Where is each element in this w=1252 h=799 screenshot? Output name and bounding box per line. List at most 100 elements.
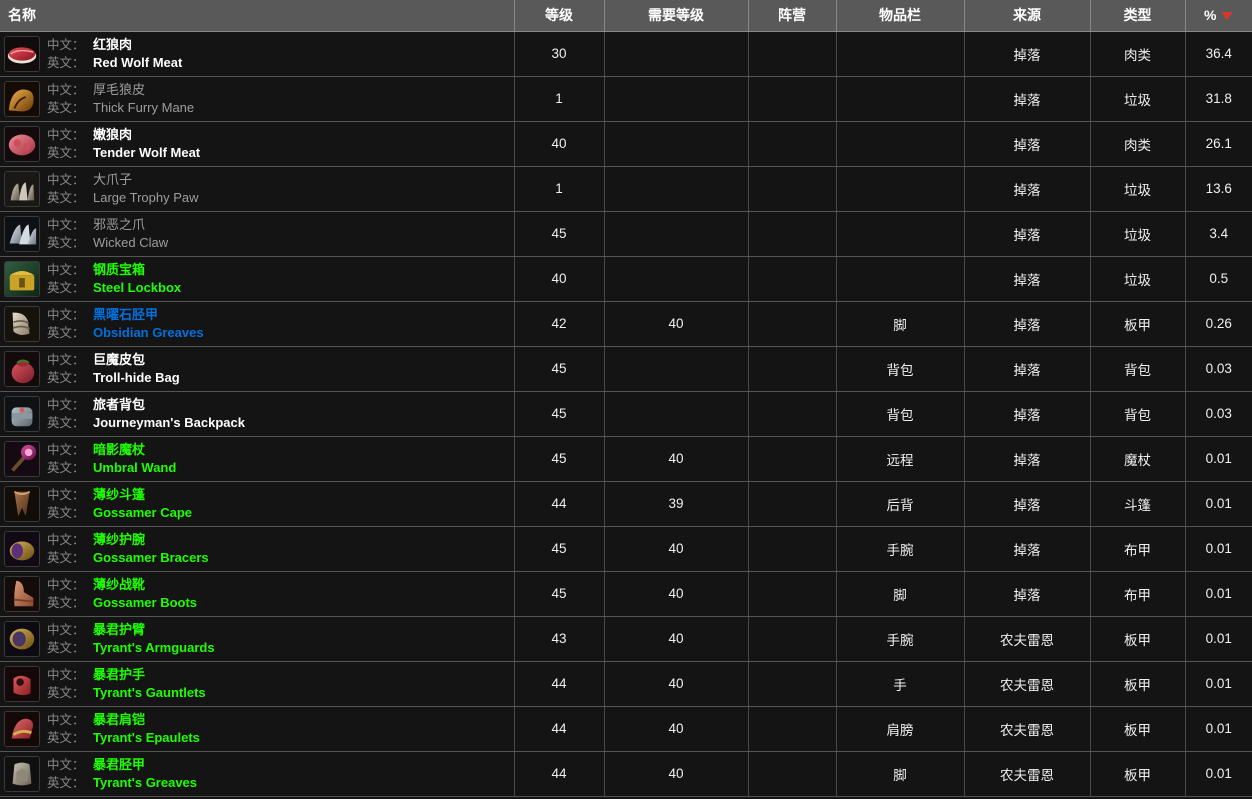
table-row[interactable]: 中文： 暴君胫甲 英文： Tyrant's Greaves 44 40 脚农夫雷恩 板甲 0.0… xyxy=(0,751,1252,797)
item-name-cn[interactable]: 嫩狼肉 xyxy=(93,126,132,143)
english-label: 英文： xyxy=(47,460,85,475)
item-name-en[interactable]: Tyrant's Armguards xyxy=(93,639,215,656)
item-name-cell[interactable]: 中文： 薄纱护腕 英文： Gossamer Bracers xyxy=(0,526,515,572)
column-header-pct[interactable]: % xyxy=(1185,0,1252,32)
column-header-name[interactable]: 名称 xyxy=(0,0,515,32)
table-row[interactable]: 中文： 暴君护臂 英文： Tyrant's Armguards 43 40 手腕 农夫雷恩 板甲… xyxy=(0,616,1252,662)
item-name-cn[interactable]: 薄纱斗篷 xyxy=(93,486,145,503)
item-name-en[interactable]: Troll-hide Bag xyxy=(93,369,180,386)
item-name-cn[interactable]: 暗影魔杖 xyxy=(93,441,145,458)
item-name-en[interactable]: Gossamer Bracers xyxy=(93,549,209,566)
table-row[interactable]: 中文： 黑曜石胫甲 英文： Obsidian Greaves 42 40 脚掉落 板甲 0.26 xyxy=(0,301,1252,347)
item-name-cell[interactable]: 中文： 大爪子 英文： Large Trophy Paw xyxy=(0,166,515,212)
red-wolf-meat-icon[interactable] xyxy=(4,35,40,72)
item-name-en[interactable]: Wicked Claw xyxy=(93,234,168,251)
journeymans-backpack-icon[interactable] xyxy=(4,395,40,432)
triangle-down-icon[interactable] xyxy=(1221,11,1234,20)
item-name-en[interactable]: Tender Wolf Meat xyxy=(93,144,200,161)
item-name-cn[interactable]: 邪恶之爪 xyxy=(93,216,145,233)
item-name-en[interactable]: Large Trophy Paw xyxy=(93,189,199,206)
item-name-cell[interactable]: 中文： 红狼肉 英文： Red Wolf Meat xyxy=(0,31,515,77)
item-name-cell[interactable]: 中文： 暴君肩铠 英文： Tyrant's Epaulets xyxy=(0,706,515,752)
item-name-cell[interactable]: 中文： 暴君胫甲 英文： Tyrant's Greaves xyxy=(0,751,515,797)
table-row[interactable]: 中文： 暴君肩铠 英文： Tyrant's Epaulets 44 40 肩膀 农夫雷恩 板甲 0… xyxy=(0,706,1252,752)
item-name-en[interactable]: Red Wolf Meat xyxy=(93,54,182,71)
item-name-cell[interactable]: 中文： 钢质宝箱 英文： Steel Lockbox xyxy=(0,256,515,302)
item-name-cell[interactable]: 中文： 嫩狼肉 英文： Tender Wolf Meat xyxy=(0,121,515,167)
item-name-cell[interactable]: 中文： 厚毛狼皮 英文： Thick Furry Mane xyxy=(0,76,515,122)
table-row[interactable]: 中文： 暴君护手 英文： Tyrant's Gauntlets 44 40 手农夫雷恩 板甲 0… xyxy=(0,661,1252,707)
item-level-cell: 44 xyxy=(514,706,605,752)
item-name-cell[interactable]: 中文： 巨魔皮包 英文： Troll-hide Bag xyxy=(0,346,515,392)
item-name-cn[interactable]: 暴君肩铠 xyxy=(93,711,145,728)
item-name-cn[interactable]: 厚毛狼皮 xyxy=(93,81,145,98)
item-name-cell[interactable]: 中文： 暴君护臂 英文： Tyrant's Armguards xyxy=(0,616,515,662)
tyrants-greaves-icon[interactable] xyxy=(4,755,40,792)
item-name-en[interactable]: Umbral Wand xyxy=(93,459,176,476)
item-name-cell[interactable]: 中文： 薄纱斗篷 英文： Gossamer Cape xyxy=(0,481,515,527)
item-name-en[interactable]: Steel Lockbox xyxy=(93,279,181,296)
table-row[interactable]: 中文： 薄纱斗篷 英文： Gossamer Cape 44 39 后背 掉落 斗篷 0.01 xyxy=(0,481,1252,527)
table-row[interactable]: 中文： 邪恶之爪 英文： Wicked Claw 45 掉落 垃圾 3.4 xyxy=(0,211,1252,257)
item-name-en[interactable]: Tyrant's Epaulets xyxy=(93,729,200,746)
item-name-cn[interactable]: 巨魔皮包 xyxy=(93,351,145,368)
item-name-cn[interactable]: 黑曜石胫甲 xyxy=(93,306,158,323)
tyrants-armguards-icon[interactable] xyxy=(4,620,40,657)
item-name-cn[interactable]: 暴君护手 xyxy=(93,666,145,683)
item-name-cell[interactable]: 中文： 黑曜石胫甲 英文： Obsidian Greaves xyxy=(0,301,515,347)
table-row[interactable]: 中文： 薄纱护腕 英文： Gossamer Bracers 45 40 手腕 掉落 布甲 0.01 xyxy=(0,526,1252,572)
item-name-cell[interactable]: 中文： 暗影魔杖 英文： Umbral Wand xyxy=(0,436,515,482)
gossamer-boots-icon[interactable] xyxy=(4,575,40,612)
table-row[interactable]: 中文： 暗影魔杖 英文： Umbral Wand 45 40 远程 掉落 魔杖 0.01 xyxy=(0,436,1252,482)
item-name-cn[interactable]: 暴君护臂 xyxy=(93,621,145,638)
table-row[interactable]: 中文： 大爪子 英文： Large Trophy Paw 1 掉落 垃圾 13.6 xyxy=(0,166,1252,212)
table-row[interactable]: 中文： 厚毛狼皮 英文： Thick Furry Mane 1 掉落 垃圾 31.8 xyxy=(0,76,1252,122)
tender-wolf-meat-icon[interactable] xyxy=(4,125,40,162)
umbral-wand-icon[interactable] xyxy=(4,440,40,477)
item-name-cell[interactable]: 中文： 邪恶之爪 英文： Wicked Claw xyxy=(0,211,515,257)
column-header-slot[interactable]: 物品栏 xyxy=(836,0,965,32)
table-row[interactable]: 中文： 嫩狼肉 英文： Tender Wolf Meat 40 掉落 肉类 26.1 xyxy=(0,121,1252,167)
table-row[interactable]: 中文： 薄纱战靴 英文： Gossamer Boots 45 40 脚掉落 布甲 0.01 xyxy=(0,571,1252,617)
item-name-cell[interactable]: 中文： 旅者背包 英文： Journeyman's Backpack xyxy=(0,391,515,437)
tyrants-epaulets-icon[interactable] xyxy=(4,710,40,747)
thick-furry-mane-icon[interactable] xyxy=(4,80,40,117)
table-row[interactable]: 中文： 红狼肉 英文： Red Wolf Meat 30 掉落 肉类 36.4 xyxy=(0,31,1252,77)
column-header-req_level[interactable]: 需要等级 xyxy=(604,0,749,32)
tyrants-gauntlets-icon[interactable] xyxy=(4,665,40,702)
table-row[interactable]: 中文： 钢质宝箱 英文： Steel Lockbox 40 掉落 垃圾 0.5 xyxy=(0,256,1252,302)
gossamer-cape-icon[interactable] xyxy=(4,485,40,522)
steel-lockbox-icon[interactable] xyxy=(4,260,40,297)
item-slot-cell: 背包 xyxy=(836,346,965,392)
item-name-en[interactable]: Tyrant's Greaves xyxy=(93,774,197,791)
gossamer-bracers-icon[interactable] xyxy=(4,530,40,567)
item-name-cn[interactable]: 薄纱护腕 xyxy=(93,531,145,548)
source-cell: 农夫雷恩 xyxy=(964,661,1091,707)
item-name-cn[interactable]: 薄纱战靴 xyxy=(93,576,145,593)
large-trophy-paw-icon[interactable] xyxy=(4,170,40,207)
item-name-en[interactable]: Obsidian Greaves xyxy=(93,324,204,341)
obsidian-greaves-icon[interactable] xyxy=(4,305,40,342)
item-name-cn[interactable]: 暴君胫甲 xyxy=(93,756,145,773)
table-row[interactable]: 中文： 旅者背包 英文： Journeyman's Backpack 45 背包 掉落 背包 0… xyxy=(0,391,1252,437)
wicked-claw-icon[interactable] xyxy=(4,215,40,252)
item-name-cn[interactable]: 红狼肉 xyxy=(93,36,132,53)
item-name-en[interactable]: Tyrant's Gauntlets xyxy=(93,684,206,701)
item-name-en[interactable]: Thick Furry Mane xyxy=(93,99,194,116)
item-name-cn[interactable]: 大爪子 xyxy=(93,171,132,188)
column-header-source[interactable]: 来源 xyxy=(964,0,1091,32)
troll-hide-bag-icon[interactable] xyxy=(4,350,40,387)
column-header-type[interactable]: 类型 xyxy=(1090,0,1186,32)
item-name-cell[interactable]: 中文： 暴君护手 英文： Tyrant's Gauntlets xyxy=(0,661,515,707)
table-row[interactable]: 中文： 巨魔皮包 英文： Troll-hide Bag 45 背包 掉落 背包 0.03 xyxy=(0,346,1252,392)
column-header-level[interactable]: 等级 xyxy=(514,0,605,32)
item-name-en[interactable]: Journeyman's Backpack xyxy=(93,414,245,431)
item-name-en[interactable]: Gossamer Boots xyxy=(93,594,197,611)
chinese-label: 中文： xyxy=(47,398,85,412)
item-name-en[interactable]: Gossamer Cape xyxy=(93,504,192,521)
item-name-cell[interactable]: 中文： 薄纱战靴 英文： Gossamer Boots xyxy=(0,571,515,617)
item-name-cn[interactable]: 钢质宝箱 xyxy=(93,261,145,278)
item-level-cell: 30 xyxy=(514,31,605,77)
item-name-cn[interactable]: 旅者背包 xyxy=(93,396,145,413)
column-header-faction[interactable]: 阵营 xyxy=(748,0,837,32)
